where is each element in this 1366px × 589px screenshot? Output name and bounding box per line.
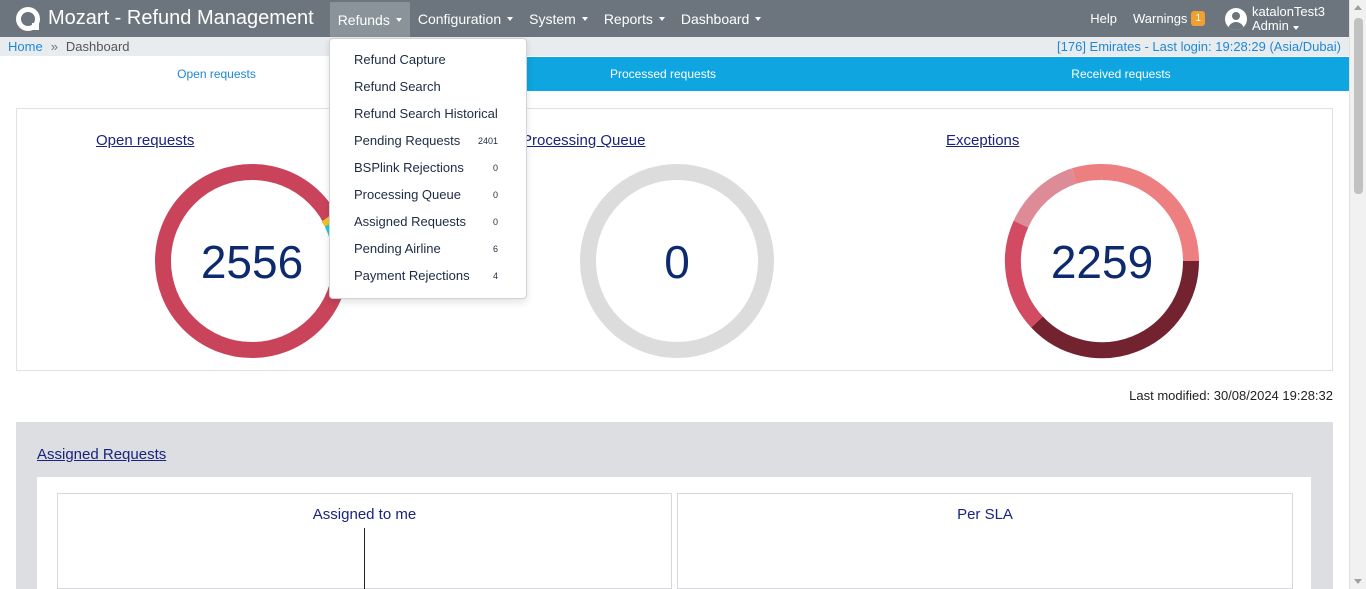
menu-system-label: System	[529, 10, 576, 27]
per-sla-panel: Per SLA	[677, 493, 1293, 589]
refunds-dropdown-menu: Refund Capture Refund Search Refund Sear…	[329, 38, 527, 299]
login-info: [176] Emirates - Last login: 19:28:29 (A…	[1057, 39, 1341, 54]
user-role: Admin	[1252, 17, 1289, 33]
per-sla-title: Per SLA	[957, 506, 1013, 523]
menu-reports-label: Reports	[603, 10, 653, 27]
menu-refunds-label: Refunds	[337, 11, 390, 28]
scrollbar-thumb[interactable]	[1354, 18, 1363, 194]
menu-item-count: 0	[492, 162, 498, 173]
scroll-up-arrow-icon[interactable]	[1354, 5, 1362, 10]
assigned-requests-section: Assigned Requests Assigned to me Per SLA	[16, 422, 1333, 589]
exc-ring-pink	[1013, 168, 1077, 228]
menu-item-assigned-requests[interactable]: Assigned Requests 0	[354, 214, 498, 229]
menu-dashboard-label: Dashboard	[680, 10, 750, 27]
user-name: katalonTest3	[1252, 3, 1325, 19]
breadcrumb-home[interactable]: Home	[0, 39, 43, 54]
page-scrollbar[interactable]	[1349, 0, 1366, 589]
menu-item-label: Processing Queue	[354, 187, 461, 202]
menu-item-count: 0	[492, 189, 498, 200]
menu-item-count: 2401	[477, 135, 498, 146]
menu-configuration[interactable]: Configuration	[410, 0, 521, 37]
menu-item-processing-queue[interactable]: Processing Queue 0	[354, 187, 498, 202]
help-link[interactable]: Help	[1090, 11, 1117, 26]
assigned-to-me-panel: Assigned to me	[57, 493, 672, 589]
menu-system[interactable]: System	[521, 0, 596, 37]
app-title: Mozart - Refund Management	[48, 7, 314, 29]
exc-ring-light-2	[1071, 164, 1103, 184]
summary-panel: Open requests Processing Queue Exception…	[16, 108, 1333, 371]
chart-axis-line	[364, 528, 365, 589]
open-requests-value: 2556	[200, 236, 304, 288]
scroll-down-arrow-icon[interactable]	[1354, 579, 1362, 584]
menu-item-pending-airline[interactable]: Pending Airline 6	[354, 241, 498, 256]
tab-received-requests[interactable]: Received requests	[893, 57, 1349, 91]
assigned-requests-link[interactable]: Assigned Requests	[37, 446, 166, 463]
menu-item-label: Assigned Requests	[354, 214, 467, 229]
open-requests-link[interactable]: Open requests	[96, 132, 194, 149]
menu-item-count: 6	[492, 243, 498, 254]
menu-item-label: Refund Search	[354, 79, 441, 94]
breadcrumb: Home » Dashboard [176] Emirates - Last l…	[0, 37, 1349, 56]
menu-item-label: Payment Rejections	[354, 268, 470, 283]
user-avatar-icon	[1225, 7, 1247, 30]
menu-item-payment-rejections[interactable]: Payment Rejections 4	[354, 268, 498, 283]
warnings-count-badge: 1	[1191, 11, 1205, 26]
user-menu[interactable]: katalonTest3 Admin	[1225, 3, 1325, 33]
processing-queue-value: 0	[664, 236, 690, 288]
brand[interactable]: Mozart - Refund Management	[0, 0, 314, 37]
menu-item-refund-search[interactable]: Refund Search	[354, 79, 498, 94]
top-navbar: Mozart - Refund Management Refunds Confi…	[0, 0, 1349, 37]
menu-item-count: 0	[492, 216, 498, 227]
menu-dashboard[interactable]: Dashboard	[673, 0, 770, 37]
chevron-down-icon	[755, 16, 762, 21]
menu-item-refund-capture[interactable]: Refund Capture	[354, 52, 498, 67]
menu-item-label: Pending Requests	[354, 133, 461, 148]
breadcrumb-current: Dashboard	[65, 39, 130, 54]
menu-item-refund-search-historical[interactable]: Refund Search Historical	[354, 106, 498, 121]
mozart-logo-icon	[16, 6, 40, 31]
exceptions-link[interactable]: Exceptions	[946, 132, 1019, 149]
processing-queue-link[interactable]: Processing Queue	[522, 132, 645, 149]
main-menu: Refunds Configuration System Reports Das…	[329, 0, 770, 37]
menu-item-label: Refund Capture	[354, 52, 446, 67]
exceptions-value: 2259	[1050, 236, 1154, 288]
menu-item-pending-requests[interactable]: Pending Requests 2401	[354, 133, 498, 148]
breadcrumb-separator: »	[50, 39, 58, 54]
menu-item-count: 4	[492, 270, 498, 281]
chevron-down-icon	[1292, 25, 1299, 30]
assigned-to-me-title: Assigned to me	[312, 506, 417, 523]
nav-right: Help Warnings 1 katalonTest3 Admin	[1090, 0, 1349, 37]
chevron-down-icon	[581, 16, 588, 21]
chevron-down-icon	[658, 16, 665, 21]
menu-item-label: BSPlink Rejections	[354, 160, 464, 175]
menu-reports[interactable]: Reports	[596, 0, 673, 37]
menu-configuration-label: Configuration	[417, 10, 502, 27]
menu-item-label: Refund Search Historical	[354, 106, 498, 121]
menu-item-label: Pending Airline	[354, 241, 441, 256]
warnings-label: Warnings	[1133, 11, 1188, 26]
dashboard-tabs: Open requests Processed requests Receive…	[0, 57, 1349, 91]
menu-item-bsplink-rejections[interactable]: BSPlink Rejections 0	[354, 160, 498, 175]
assigned-charts-container: Assigned to me Per SLA	[37, 477, 1311, 589]
warnings-link[interactable]: Warnings 1	[1133, 11, 1205, 26]
menu-refunds[interactable]: Refunds	[329, 2, 410, 37]
last-modified: Last modified: 30/08/2024 19:28:32	[1129, 388, 1333, 403]
chevron-down-icon	[395, 17, 402, 22]
chevron-down-icon	[507, 16, 514, 21]
